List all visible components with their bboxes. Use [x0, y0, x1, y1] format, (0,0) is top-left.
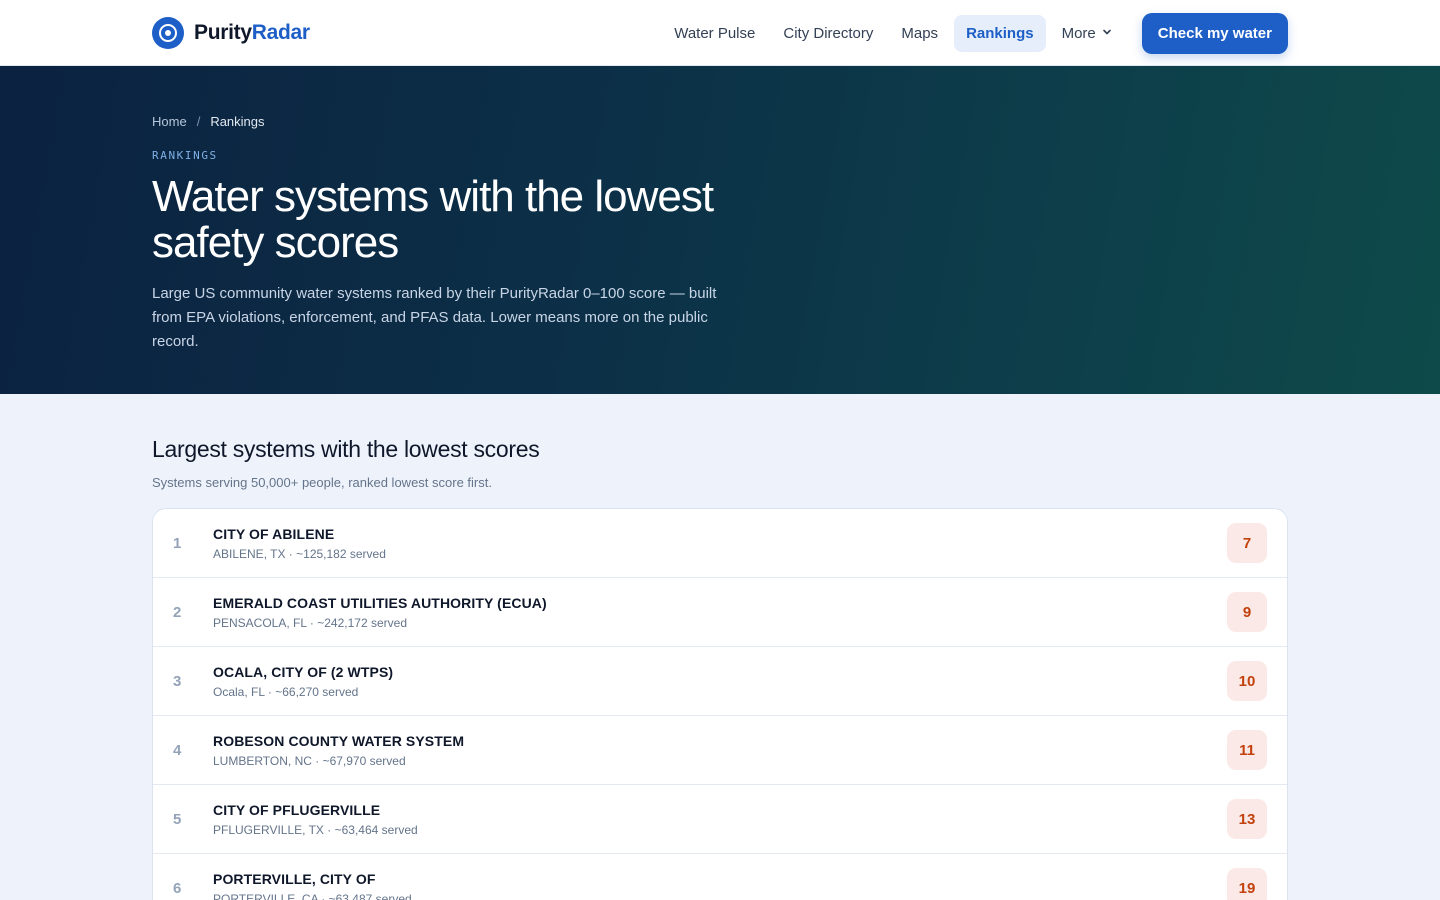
rank-number: 4 [173, 741, 182, 759]
section-subtitle: Systems serving 50,000+ people, ranked l… [152, 475, 492, 490]
system-info: EMERALD COAST UTILITIES AUTHORITY (ECUA)… [213, 595, 1227, 630]
system-info: OCALA, CITY OF (2 WTPS) Ocala, FL · ~66,… [213, 664, 1227, 699]
system-name: CITY OF PFLUGERVILLE [213, 801, 381, 818]
hero-inner: Home / Rankings RANKINGS Water systems w… [152, 66, 1288, 354]
ranking-row[interactable]: 1 CITY OF ABILENE ABILENE, TX · ~125,182… [153, 509, 1287, 578]
main-nav: Water Pulse City Directory Maps Rankings… [662, 12, 1288, 54]
brand-name: PurityRadar [194, 21, 310, 45]
hero-banner: Home / Rankings RANKINGS Water systems w… [0, 66, 1440, 394]
system-meta: Ocala, FL · ~66,270 served [213, 684, 359, 699]
system-info: CITY OF PFLUGERVILLE PFLUGERVILLE, TX · … [213, 802, 1227, 837]
score-badge: 13 [1227, 799, 1267, 839]
system-meta: PORTERVILLE, CA · ~63,487 served [213, 891, 412, 900]
brand-name-part1: Purity [194, 21, 252, 44]
system-info: CITY OF ABILENE ABILENE, TX · ~125,182 s… [213, 526, 1227, 561]
hero-eyebrow: RANKINGS [152, 149, 218, 162]
ranking-row[interactable]: 6 PORTERVILLE, CITY OF PORTERVILLE, CA ·… [153, 854, 1287, 900]
breadcrumb-separator: / [196, 114, 201, 129]
page-title: Water systems with the lowest safety sco… [152, 172, 714, 267]
system-name: PORTERVILLE, CITY OF [213, 870, 376, 887]
check-my-water-button[interactable]: Check my water [1141, 12, 1288, 54]
system-name: CITY OF ABILENE [213, 525, 335, 542]
score-badge: 9 [1227, 592, 1267, 632]
nav-water-pulse[interactable]: Water Pulse [662, 15, 767, 52]
rank-number: 5 [173, 810, 182, 828]
system-meta: PFLUGERVILLE, TX · ~63,464 served [213, 822, 418, 837]
section-title: Largest systems with the lowest scores [152, 436, 540, 462]
score-badge: 11 [1227, 730, 1267, 770]
system-meta: PENSACOLA, FL · ~242,172 served [213, 615, 407, 630]
brand-logo-link[interactable]: PurityRadar [152, 17, 310, 49]
rank-number: 2 [173, 603, 182, 621]
score-badge: 10 [1227, 661, 1267, 701]
system-name: EMERALD COAST UTILITIES AUTHORITY (ECUA) [213, 594, 547, 611]
top-navigation-bar: PurityRadar Water Pulse City Directory M… [0, 0, 1440, 66]
chevron-down-icon [1102, 27, 1112, 40]
rankings-list: 1 CITY OF ABILENE ABILENE, TX · ~125,182… [152, 508, 1288, 900]
ranking-row[interactable]: 4 ROBESON COUNTY WATER SYSTEM LUMBERTON,… [153, 716, 1287, 785]
system-meta: ABILENE, TX · ~125,182 served [213, 546, 386, 561]
system-meta: LUMBERTON, NC · ~67,970 served [213, 753, 406, 768]
breadcrumb-current: Rankings [210, 114, 265, 129]
radar-icon [152, 17, 184, 49]
rank-number: 1 [173, 534, 182, 552]
system-name: ROBESON COUNTY WATER SYSTEM [213, 732, 465, 749]
system-name: OCALA, CITY OF (2 WTPS) [213, 663, 394, 680]
top-navigation-inner: PurityRadar Water Pulse City Directory M… [152, 0, 1288, 66]
main-content: Largest systems with the lowest scores S… [152, 394, 1288, 900]
nav-city-directory[interactable]: City Directory [771, 15, 885, 52]
ranking-row[interactable]: 2 EMERALD COAST UTILITIES AUTHORITY (ECU… [153, 578, 1287, 647]
score-badge: 7 [1227, 523, 1267, 563]
score-badge: 19 [1227, 868, 1267, 900]
hero-description: Large US community water systems ranked … [152, 285, 717, 350]
breadcrumb-home-link[interactable]: Home [152, 114, 187, 129]
breadcrumb: Home / Rankings [152, 114, 1288, 129]
system-info: PORTERVILLE, CITY OF PORTERVILLE, CA · ~… [213, 871, 1227, 900]
ranking-row[interactable]: 5 CITY OF PFLUGERVILLE PFLUGERVILLE, TX … [153, 785, 1287, 854]
nav-more-dropdown[interactable]: More [1050, 15, 1124, 52]
ranking-row[interactable]: 3 OCALA, CITY OF (2 WTPS) Ocala, FL · ~6… [153, 647, 1287, 716]
nav-more-label: More [1061, 24, 1096, 42]
rank-number: 3 [173, 672, 182, 690]
system-info: ROBESON COUNTY WATER SYSTEM LUMBERTON, N… [213, 733, 1227, 768]
nav-rankings[interactable]: Rankings [954, 14, 1046, 52]
rank-number: 6 [173, 879, 182, 897]
brand-name-part2: Radar [251, 21, 310, 44]
nav-maps[interactable]: Maps [889, 15, 950, 52]
